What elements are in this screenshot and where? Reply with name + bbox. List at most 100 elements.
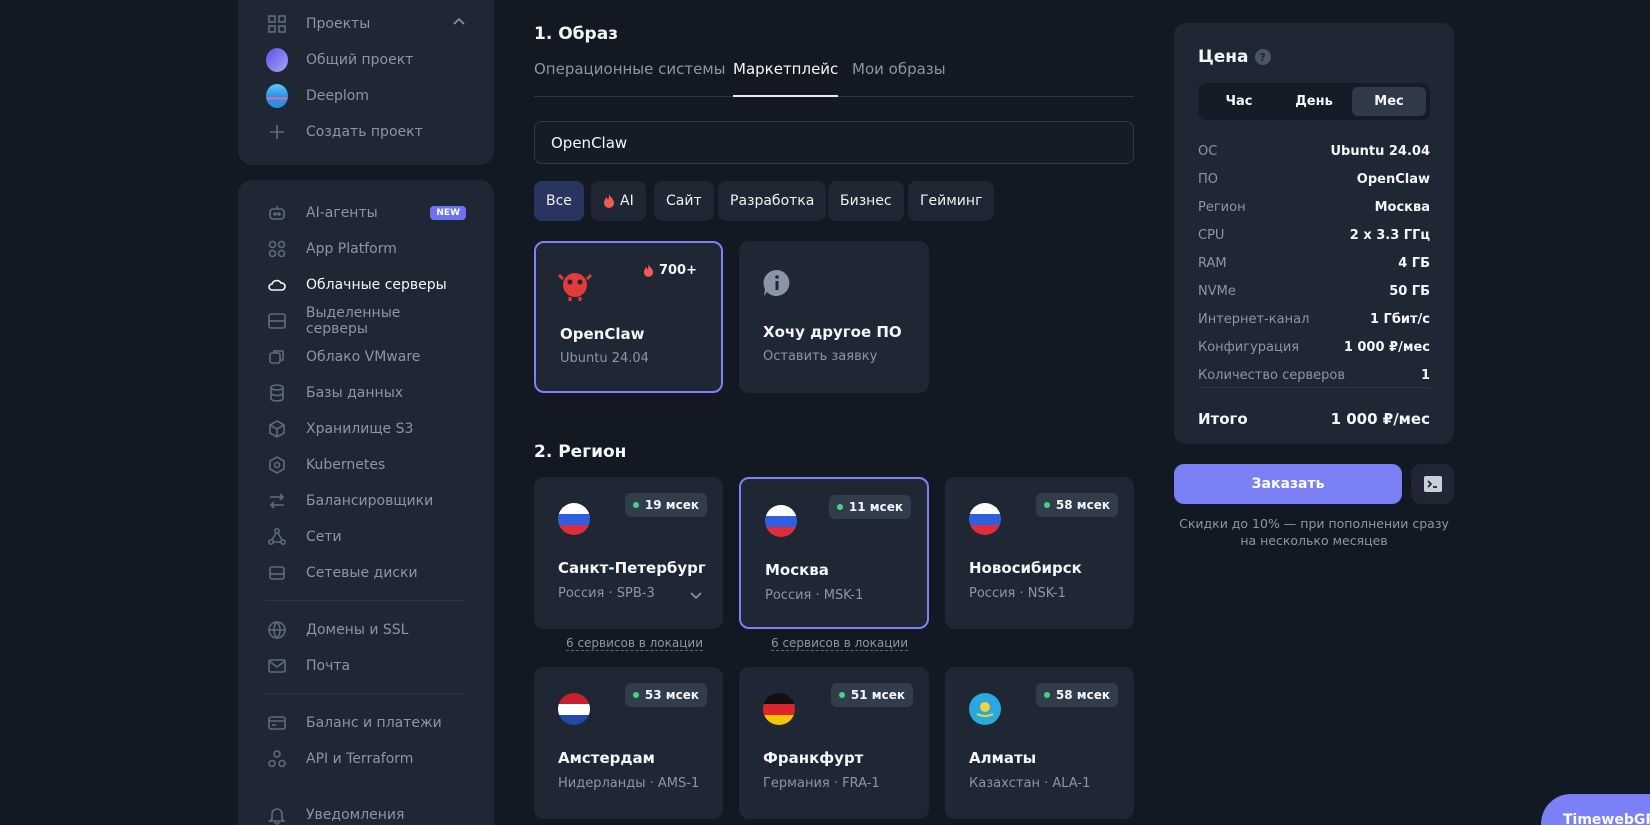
sidebar-item-network-disks[interactable]: Сетевые диски (266, 558, 466, 588)
terminal-icon (1423, 475, 1443, 493)
sidebar-item-databases[interactable]: Базы данных (266, 378, 466, 408)
price-row-cpu: CPU 2 x 3.3 ГГц (1198, 225, 1430, 245)
search-input[interactable]: OpenClaw (534, 121, 1134, 164)
sidebar-item-notifications[interactable]: Уведомления (266, 800, 466, 825)
chip-label: Бизнес (840, 193, 892, 209)
region-card-amsterdam[interactable]: 53 мсек Амстердам Нидерланды · AMS-1 (534, 667, 723, 819)
ping-badge: 11 мсек (828, 495, 911, 519)
period-hour[interactable]: Час (1202, 87, 1276, 116)
region-section-heading: 2. Регион (534, 442, 627, 462)
assistant-button[interactable]: TimewebGPT (1541, 794, 1650, 825)
sidebar-divider (266, 600, 466, 601)
card-icon (266, 712, 288, 734)
database-icon (266, 382, 288, 404)
price-total: Итого 1 000 ₽/мес (1198, 409, 1430, 429)
chip-label: Сайт (666, 193, 702, 209)
region-card-novosibirsk[interactable]: 58 мсек Новосибирск Россия · NSK-1 (945, 477, 1134, 629)
discount-line: Скидки до 10% — при пополнении сразу (1179, 516, 1449, 531)
sidebar-item-networks[interactable]: Сети (266, 522, 466, 552)
chip-label: AI (620, 193, 634, 209)
grid-icon (266, 13, 288, 35)
region-card-spb[interactable]: 19 мсек Санкт-Петербург Россия · SPB-3 (534, 477, 723, 629)
sidebar-item-api[interactable]: API и Terraform (266, 744, 466, 774)
period-switch: Час День Мес (1198, 83, 1430, 120)
price-row-config: Конфигурация 1 000 ₽/мес (1198, 337, 1430, 357)
netherlands-flag-icon (558, 693, 590, 725)
region-city: Москва (765, 561, 829, 579)
price-row-value: 4 ГБ (1398, 255, 1430, 271)
sidebar-item-s3[interactable]: Хранилище S3 (266, 414, 466, 444)
sidebar-item-mail[interactable]: Почта (266, 651, 466, 681)
project-item-common[interactable]: Общий проект (266, 45, 466, 75)
services-link[interactable]: 6 сервисов в локации (566, 636, 704, 651)
region-card-moscow[interactable]: 11 мсек Москва Россия · MSK-1 (739, 477, 929, 629)
sidebar-item-domains[interactable]: Домены и SSL (266, 615, 466, 645)
total-label: Итого (1198, 410, 1248, 428)
new-badge: NEW (430, 206, 466, 220)
tab-marketplace[interactable]: Маркетплейс (733, 60, 839, 97)
price-row-value: Ubuntu 24.04 (1330, 143, 1431, 159)
total-value: 1 000 ₽/мес (1330, 410, 1430, 428)
fire-icon (643, 264, 654, 277)
image-card-other-software[interactable]: Хочу другое ПО Оставить заявку (739, 241, 929, 393)
russia-flag-icon (969, 503, 1001, 535)
terminal-button[interactable] (1411, 464, 1454, 504)
price-row-software: ПО OpenClaw (1198, 169, 1430, 189)
sidebar-item-kubernetes[interactable]: Kubernetes (266, 450, 466, 480)
project-item-label: Общий проект (306, 52, 414, 68)
robot-icon (266, 202, 288, 224)
chip-business[interactable]: Бизнес (828, 181, 904, 221)
discount-note: Скидки до 10% — при пополнении сразу на … (1174, 515, 1454, 549)
card-title: Хочу другое ПО (763, 323, 902, 341)
region-city: Франкфурт (763, 749, 864, 767)
sidebar-item-cloud-servers[interactable]: Облачные серверы (266, 270, 466, 300)
tab-operating-systems[interactable]: Операционные системы (534, 60, 726, 97)
chevron-up-icon[interactable] (452, 15, 466, 33)
help-icon[interactable]: ? (1254, 49, 1271, 65)
ping-value: 58 мсек (1055, 688, 1110, 702)
sidebar-item-ai-agents[interactable]: AI-агенты NEW (266, 198, 466, 228)
mail-icon (266, 655, 288, 677)
tab-my-images[interactable]: Мои образы (852, 60, 946, 97)
popularity-badge: 700+ (643, 263, 697, 278)
project-avatar-icon (266, 84, 288, 108)
project-item-deeplom[interactable]: Deeplom (266, 81, 466, 111)
order-button[interactable]: Заказать (1174, 464, 1402, 504)
project-item-label: Deeplom (306, 88, 369, 104)
sidebar-item-vmware[interactable]: Облако VMware (266, 342, 466, 372)
create-project-label: Создать проект (306, 124, 423, 140)
region-code: Нидерланды · AMS-1 (558, 776, 700, 791)
sidebar-item-dedicated-servers[interactable]: Выделенные серверы (266, 305, 466, 337)
sidebar-item-label: Выделенные серверы (305, 305, 401, 337)
chip-gaming[interactable]: Гейминг (908, 181, 995, 221)
chip-label: Гейминг (920, 193, 983, 209)
region-city: Новосибирск (969, 559, 1082, 577)
projects-header[interactable]: Проекты (266, 9, 466, 39)
chip-all[interactable]: Все (534, 181, 584, 221)
sidebar-item-label: Балансировщики (306, 493, 434, 509)
sidebar-item-billing[interactable]: Баланс и платежи (266, 708, 466, 738)
sidebar-item-balancers[interactable]: Балансировщики (266, 486, 466, 516)
price-row-value: 2 x 3.3 ГГц (1349, 227, 1430, 243)
period-month[interactable]: Мес (1352, 87, 1426, 116)
chip-development[interactable]: Разработка (718, 181, 827, 221)
services-link[interactable]: 6 сервисов в локации (771, 636, 909, 651)
price-row-key: NVMe (1198, 283, 1236, 299)
image-card-openclaw[interactable]: 700+ OpenClaw Ubuntu 24.04 (534, 241, 723, 393)
chevron-down-icon[interactable] (689, 587, 703, 606)
chip-site[interactable]: Сайт (654, 181, 714, 221)
ping-badge: 58 мсек (1035, 683, 1118, 707)
chip-ai[interactable]: AI (591, 181, 646, 221)
price-row-key: ОС (1198, 143, 1218, 159)
period-day[interactable]: День (1277, 87, 1351, 116)
sidebar-item-app-platform[interactable]: App Platform (266, 234, 466, 264)
price-row-key: Конфигурация (1198, 339, 1300, 355)
region-card-almaty[interactable]: 58 мсек Алматы Казахстан · ALA-1 (945, 667, 1134, 819)
create-project-button[interactable]: Создать проект (266, 117, 466, 147)
sidebar-item-label: Сетевые диски (306, 565, 418, 581)
network-icon (266, 526, 288, 548)
ping-badge: 53 мсек (624, 683, 707, 707)
ping-value: 11 мсек (848, 500, 903, 514)
sidebar-item-label: AI-агенты (306, 205, 378, 221)
region-card-frankfurt[interactable]: 51 мсек Франкфурт Германия · FRA-1 (739, 667, 929, 819)
